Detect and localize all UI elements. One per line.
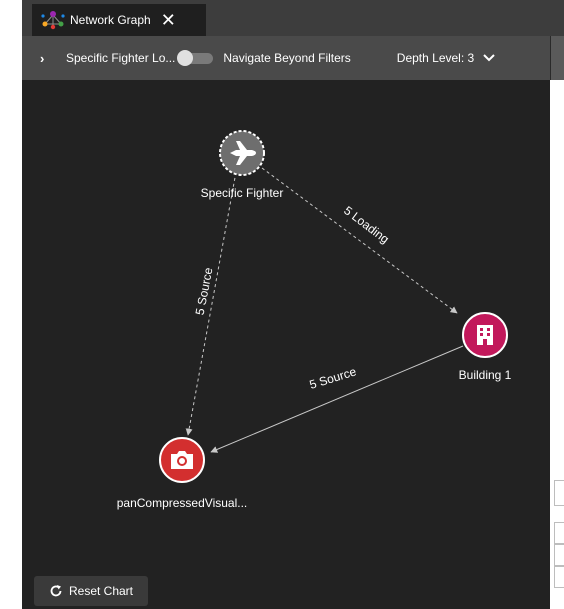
- chevron-right-icon[interactable]: ›: [40, 51, 54, 66]
- filter-summary[interactable]: Specific Fighter Lo...: [66, 51, 175, 65]
- navigate-beyond-filters-label: Navigate Beyond Filters: [223, 51, 351, 65]
- edge-label-source-left: 5 Source: [193, 266, 216, 316]
- node-pan-compressed-visual[interactable]: [159, 437, 205, 483]
- tab-network-graph[interactable]: Network Graph ✕: [32, 4, 206, 36]
- fit-view-button[interactable]: [554, 480, 564, 506]
- node-label-specific-fighter: Specific Fighter: [200, 186, 284, 200]
- building-icon: [477, 325, 493, 345]
- network-graph-app: Network Graph ✕ › Specific Fighter Lo...…: [0, 0, 564, 609]
- tab-title: Network Graph: [70, 13, 151, 27]
- node-label-pan-compressed-visual: panCompressedVisual...: [116, 496, 248, 510]
- depth-level-dropdown[interactable]: Depth Level: 3: [397, 51, 474, 65]
- edge-building-camera[interactable]: [210, 345, 464, 453]
- zoom-in-button[interactable]: [554, 522, 564, 544]
- edge-label-loading: 5 Loading: [341, 203, 392, 246]
- toolbar-edge-panel: [550, 36, 564, 80]
- tab-strip: Network Graph ✕: [22, 0, 564, 36]
- chevron-down-icon[interactable]: [482, 53, 496, 63]
- refresh-icon: [50, 585, 62, 597]
- zoom-controls-partial: [554, 480, 564, 600]
- edge-fighter-building[interactable]: [261, 167, 458, 314]
- network-graph-icon: [41, 11, 65, 30]
- zoom-out-button[interactable]: [554, 566, 564, 588]
- reset-chart-label: Reset Chart: [68, 584, 134, 598]
- edge-label-source-bottom: 5 Source: [308, 364, 358, 392]
- graph-svg: 5 Loading 5 Source 5 Source: [159, 130, 508, 483]
- reset-chart-button[interactable]: Reset Chart: [34, 576, 148, 606]
- navigate-beyond-filters-toggle[interactable]: [177, 50, 214, 66]
- node-label-building-1: Building 1: [458, 368, 512, 382]
- close-tab-icon[interactable]: ✕: [161, 11, 176, 29]
- node-specific-fighter[interactable]: [219, 130, 265, 176]
- zoom-level-button[interactable]: [554, 544, 564, 566]
- graph-canvas[interactable]: 5 Loading 5 Source 5 Source Specific Fig…: [22, 80, 550, 609]
- node-building-1[interactable]: [462, 312, 508, 358]
- graph-toolbar: › Specific Fighter Lo... Navigate Beyond…: [22, 36, 550, 80]
